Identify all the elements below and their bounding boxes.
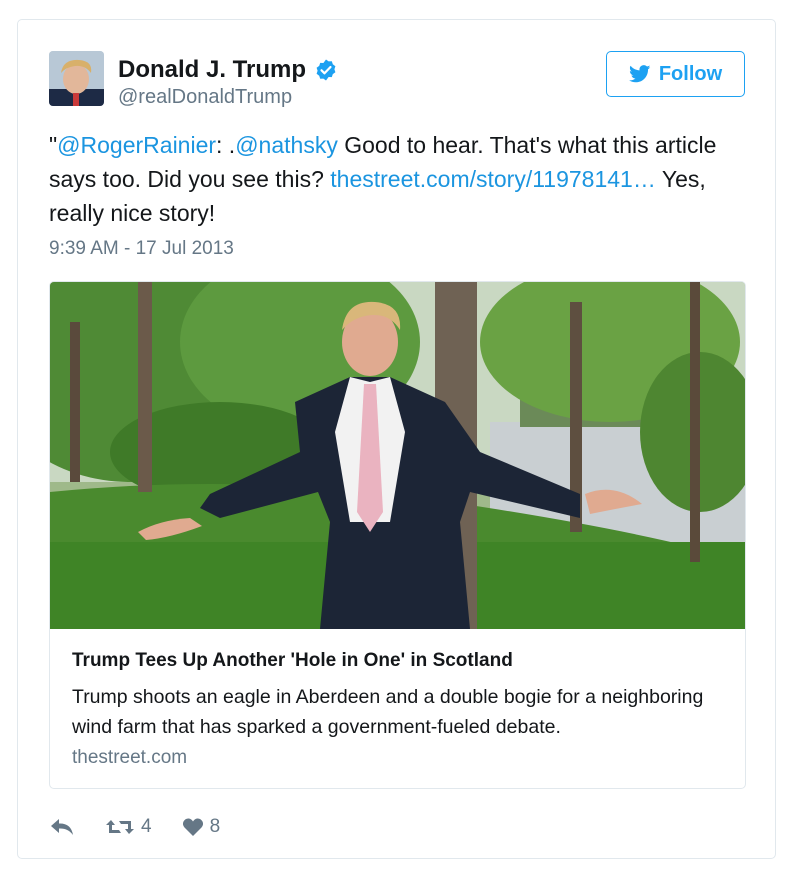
tweet-text-part: : . bbox=[216, 132, 236, 158]
link-card-description: Trump shoots an eagle in Aberdeen and a … bbox=[72, 686, 704, 738]
author-name-row[interactable]: Donald J. Trump bbox=[118, 56, 338, 84]
like-button[interactable]: 8 bbox=[182, 816, 221, 838]
tweet-actions: 4 8 bbox=[49, 812, 250, 842]
follow-button[interactable]: Follow bbox=[606, 51, 745, 97]
tweet-card: Donald J. Trump @realDonaldTrump Follow … bbox=[17, 19, 776, 859]
article-photo bbox=[50, 282, 745, 629]
quote-mark: " bbox=[49, 132, 58, 158]
link-card-title[interactable]: Trump Tees Up Another 'Hole in One' in S… bbox=[72, 650, 513, 672]
retweet-count: 4 bbox=[141, 816, 152, 837]
mention-link[interactable]: @nathsky bbox=[235, 132, 338, 158]
reply-button[interactable] bbox=[49, 817, 75, 837]
tweet-text: "@RogerRainier: .@nathsky Good to hear. … bbox=[49, 128, 749, 230]
link-preview-card[interactable]: Trump Tees Up Another 'Hole in One' in S… bbox=[49, 281, 746, 789]
story-link[interactable]: thestreet.com/story/11978141… bbox=[330, 166, 656, 192]
retweet-button[interactable]: 4 bbox=[105, 816, 152, 838]
like-count: 8 bbox=[209, 816, 221, 837]
link-card-domain: thestreet.com bbox=[72, 747, 188, 768]
tweet-timestamp[interactable]: 9:39 AM - 17 Jul 2013 bbox=[49, 238, 234, 260]
twitter-bird-icon bbox=[628, 65, 651, 83]
author-handle[interactable]: @realDonaldTrump bbox=[118, 86, 292, 109]
verified-badge-icon bbox=[316, 59, 336, 81]
follow-label: Follow bbox=[658, 62, 723, 85]
retweet-icon bbox=[106, 820, 134, 834]
avatar[interactable] bbox=[49, 51, 104, 106]
heart-icon bbox=[182, 818, 203, 836]
reply-icon bbox=[51, 819, 73, 835]
author-name[interactable]: Donald J. Trump bbox=[118, 56, 306, 84]
mention-link[interactable]: @RogerRainier bbox=[57, 132, 216, 158]
